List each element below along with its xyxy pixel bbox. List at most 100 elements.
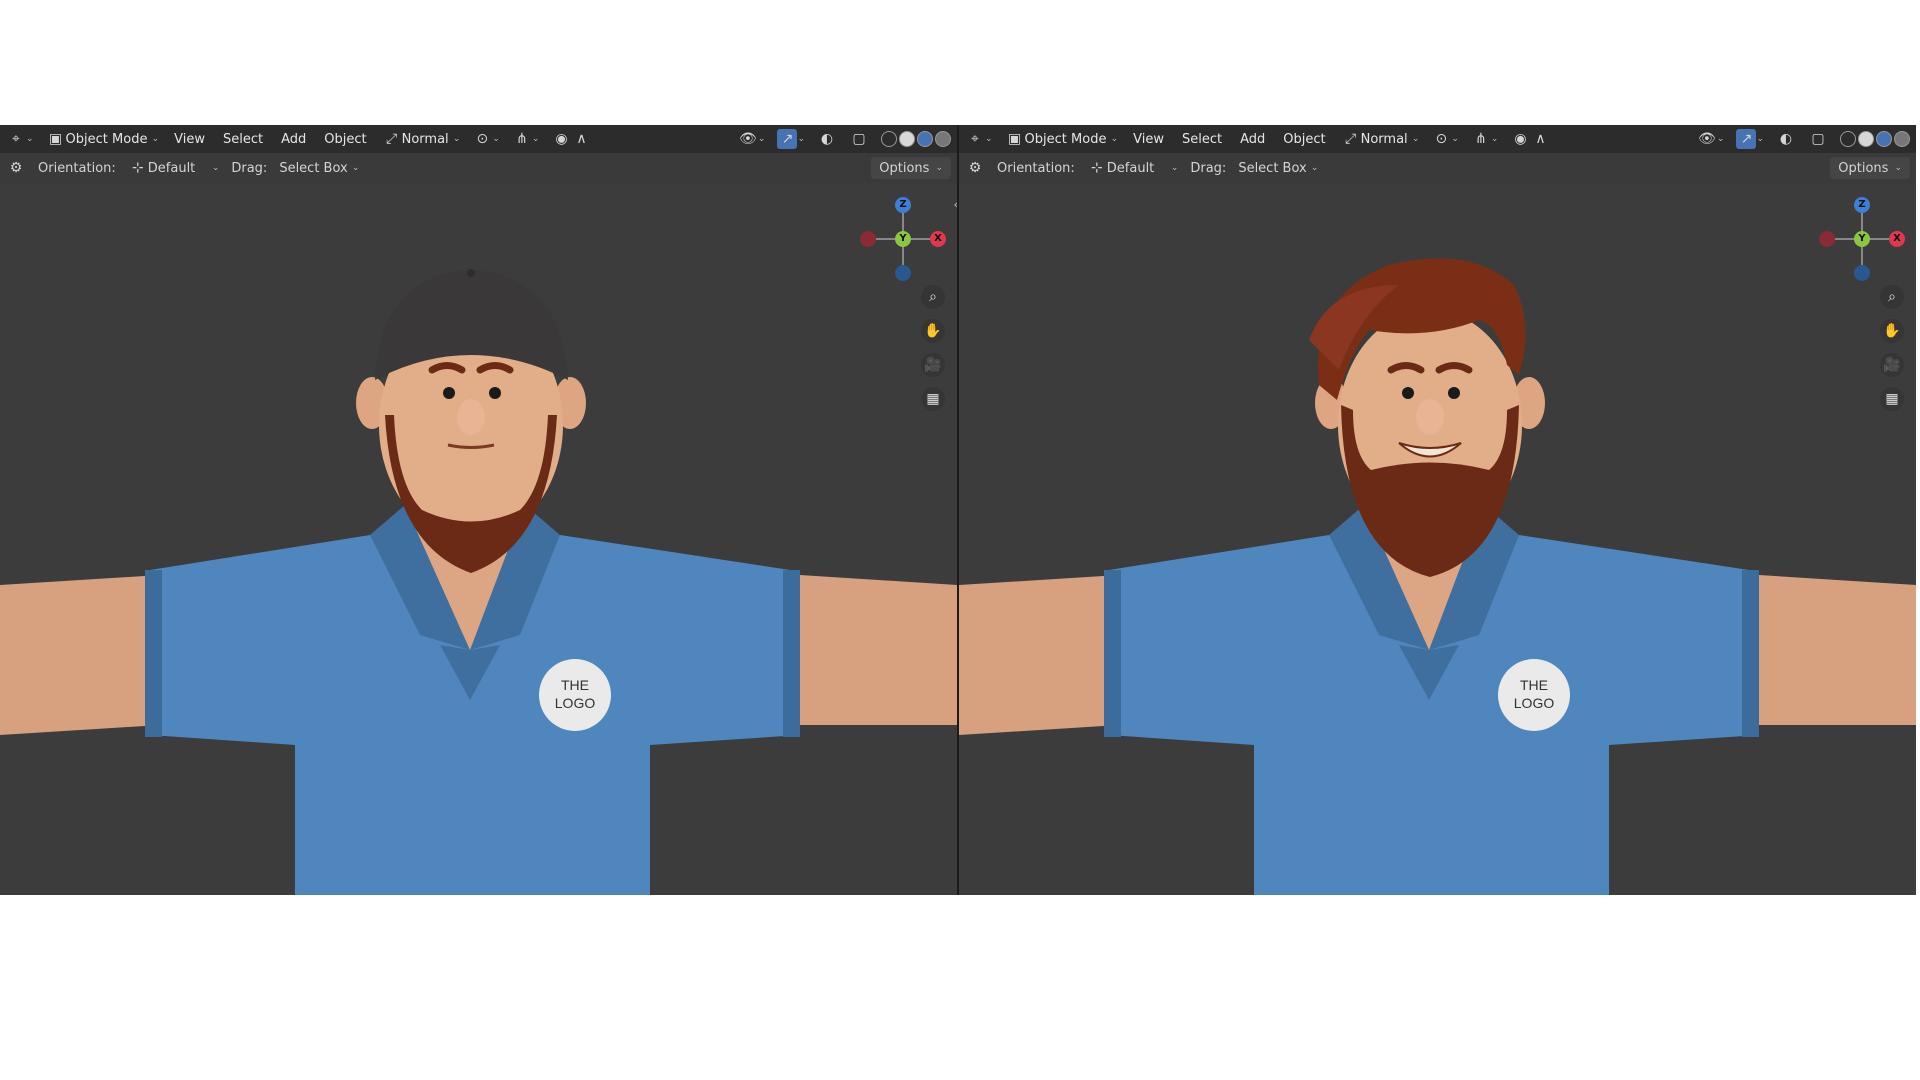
solid-shading-icon[interactable] bbox=[1858, 131, 1874, 147]
pivot-selector[interactable]: ⊙ ⌄ bbox=[466, 127, 506, 151]
orientation-label: Orientation: bbox=[997, 160, 1075, 176]
pivot-selector[interactable]: ⊙ ⌄ bbox=[1425, 127, 1465, 151]
axis-z[interactable]: Z bbox=[895, 197, 911, 213]
axis-x[interactable]: X bbox=[1889, 231, 1905, 247]
transform-orientation-dropdown[interactable]: ⤢ Normal ⌄ bbox=[376, 127, 467, 151]
tool-settings-icon: ⚙ bbox=[9, 160, 23, 176]
mode-label: Object Mode bbox=[1024, 131, 1107, 147]
rendered-shading-icon[interactable] bbox=[935, 131, 951, 147]
drag-label: Drag: bbox=[231, 160, 268, 176]
axis-neg-z[interactable] bbox=[1854, 265, 1870, 281]
gizmo-icon: ↗ bbox=[1736, 129, 1757, 149]
visibility-dropdown[interactable]: 👁 ⌄ bbox=[732, 127, 772, 151]
pan-hand-icon[interactable]: ✋ bbox=[1880, 319, 1904, 343]
viewport-right[interactable]: THE LOGO ⌖ ⌄ ▣ Object Mode ⌄ View Select A… bbox=[959, 125, 1916, 895]
xray-icon: ▢ bbox=[1811, 131, 1825, 147]
camera-icon[interactable]: 🎥 bbox=[921, 353, 945, 377]
transform-orientation-icon: ⊹ bbox=[131, 160, 144, 176]
snap-icon: ⋔ bbox=[516, 131, 528, 147]
drag-dropdown[interactable]: Select Box ⌄ bbox=[273, 156, 365, 180]
orientation-dropdown[interactable]: ⊹ Default ⌄ bbox=[122, 156, 226, 180]
logo-line1-right: THE bbox=[1520, 677, 1548, 693]
transform-orientation-icon: ⤢ bbox=[1345, 131, 1357, 147]
grid-icon[interactable]: ▦ bbox=[1880, 387, 1904, 411]
navigation-buttons: ⌕ ✋ 🎥 ▦ bbox=[1880, 285, 1904, 411]
navigation-gizmo[interactable]: Z Y X bbox=[1817, 195, 1907, 285]
viewport-left[interactable]: THE LOGO ⌖ ⌄ ▣ Object Mode ⌄ View Select A… bbox=[0, 125, 957, 895]
visibility-dropdown[interactable]: 👁 ⌄ bbox=[1691, 127, 1731, 151]
xray-icon: ▢ bbox=[852, 131, 866, 147]
axis-y[interactable]: Y bbox=[1854, 231, 1870, 247]
snap-toggle[interactable]: ⋔ ⌄ bbox=[506, 127, 546, 151]
axis-z[interactable]: Z bbox=[1854, 197, 1870, 213]
axis-neg-z[interactable] bbox=[895, 265, 911, 281]
editor-type-selector[interactable]: ⌖ ⌄ bbox=[959, 127, 999, 151]
rendered-shading-icon[interactable] bbox=[1894, 131, 1910, 147]
tool-settings-button[interactable]: ⚙ bbox=[0, 156, 32, 180]
transform-orientation-dropdown[interactable]: ⤢ Normal ⌄ bbox=[1335, 127, 1426, 151]
menu-object[interactable]: Object bbox=[315, 127, 375, 151]
overlay-toggle[interactable]: ◐ bbox=[811, 127, 843, 151]
orientation-dropdown-label: Normal bbox=[401, 131, 449, 147]
menu-add[interactable]: Add bbox=[272, 127, 315, 151]
options-dropdown[interactable]: Options ⌄ bbox=[871, 157, 951, 179]
options-label: Options bbox=[879, 160, 930, 176]
orientation-label: Orientation: bbox=[38, 160, 116, 176]
drag-value: Select Box bbox=[1238, 160, 1307, 176]
logo-line2-right: LOGO bbox=[1514, 695, 1555, 711]
material-shading-icon[interactable] bbox=[917, 131, 933, 147]
visibility-icon: 👁 bbox=[1698, 131, 1716, 147]
character-render-left: THE LOGO bbox=[0, 125, 957, 895]
navigation-gizmo[interactable]: Z Y X bbox=[858, 195, 948, 285]
axis-neg-x[interactable] bbox=[860, 231, 876, 247]
orientation-value: Default bbox=[1106, 160, 1155, 176]
tool-settings-button[interactable]: ⚙ bbox=[959, 156, 991, 180]
gizmo-toggle[interactable]: ↗ ⌄ bbox=[1730, 127, 1770, 151]
drag-value: Select Box bbox=[279, 160, 348, 176]
menu-view[interactable]: View bbox=[165, 127, 214, 151]
menu-select[interactable]: Select bbox=[1173, 127, 1231, 151]
logo-line2-left: LOGO bbox=[555, 695, 596, 711]
axis-x[interactable]: X bbox=[930, 231, 946, 247]
proportional-edit-icon: ◉ bbox=[555, 131, 568, 147]
pan-hand-icon[interactable]: ✋ bbox=[921, 319, 945, 343]
menu-view[interactable]: View bbox=[1124, 127, 1173, 151]
editor-type-selector[interactable]: ⌖ ⌄ bbox=[0, 127, 40, 151]
menu-select[interactable]: Select bbox=[214, 127, 272, 151]
orientation-dropdown[interactable]: ⊹ Default ⌄ bbox=[1081, 156, 1185, 180]
solid-shading-icon[interactable] bbox=[899, 131, 915, 147]
transform-orientation-icon: ⤢ bbox=[386, 131, 398, 147]
zoom-icon[interactable]: ⌕ bbox=[921, 285, 945, 309]
xray-toggle[interactable]: ▢ bbox=[1802, 127, 1834, 151]
proportional-edit-toggle[interactable]: ◉ ∧ bbox=[1504, 127, 1556, 151]
gizmo-icon: ↗ bbox=[777, 129, 798, 149]
object-mode-icon: ▣ bbox=[48, 131, 63, 147]
pivot-icon: ⊙ bbox=[476, 131, 489, 147]
proportional-edit-icon: ◉ bbox=[1514, 131, 1527, 147]
snap-icon: ⋔ bbox=[1475, 131, 1487, 147]
xray-toggle[interactable]: ▢ bbox=[843, 127, 875, 151]
navigation-buttons: ⌕ ✋ 🎥 ▦ bbox=[921, 285, 945, 411]
grid-icon[interactable]: ▦ bbox=[921, 387, 945, 411]
menu-object[interactable]: Object bbox=[1274, 127, 1334, 151]
material-shading-icon[interactable] bbox=[1876, 131, 1892, 147]
snap-toggle[interactable]: ⋔ ⌄ bbox=[1465, 127, 1505, 151]
shading-modes bbox=[1834, 127, 1916, 151]
mode-selector[interactable]: ▣ Object Mode ⌄ bbox=[999, 127, 1125, 151]
viewport-header-right: ⌖ ⌄ ▣ Object Mode ⌄ View Select Add Object… bbox=[959, 125, 1916, 153]
menu-add[interactable]: Add bbox=[1231, 127, 1274, 151]
wireframe-shading-icon[interactable] bbox=[881, 131, 897, 147]
gizmo-toggle[interactable]: ↗ ⌄ bbox=[771, 127, 811, 151]
options-dropdown[interactable]: Options ⌄ bbox=[1830, 157, 1910, 179]
drag-label: Drag: bbox=[1190, 160, 1227, 176]
drag-dropdown[interactable]: Select Box ⌄ bbox=[1232, 156, 1324, 180]
zoom-icon[interactable]: ⌕ bbox=[1880, 285, 1904, 309]
camera-icon[interactable]: 🎥 bbox=[1880, 353, 1904, 377]
axis-y[interactable]: Y bbox=[895, 231, 911, 247]
axis-neg-x[interactable] bbox=[1819, 231, 1835, 247]
overlay-icon: ◐ bbox=[820, 131, 834, 147]
mode-selector[interactable]: ▣ Object Mode ⌄ bbox=[40, 127, 166, 151]
overlay-toggle[interactable]: ◐ bbox=[1770, 127, 1802, 151]
wireframe-shading-icon[interactable] bbox=[1840, 131, 1856, 147]
proportional-edit-toggle[interactable]: ◉ ∧ bbox=[545, 127, 597, 151]
